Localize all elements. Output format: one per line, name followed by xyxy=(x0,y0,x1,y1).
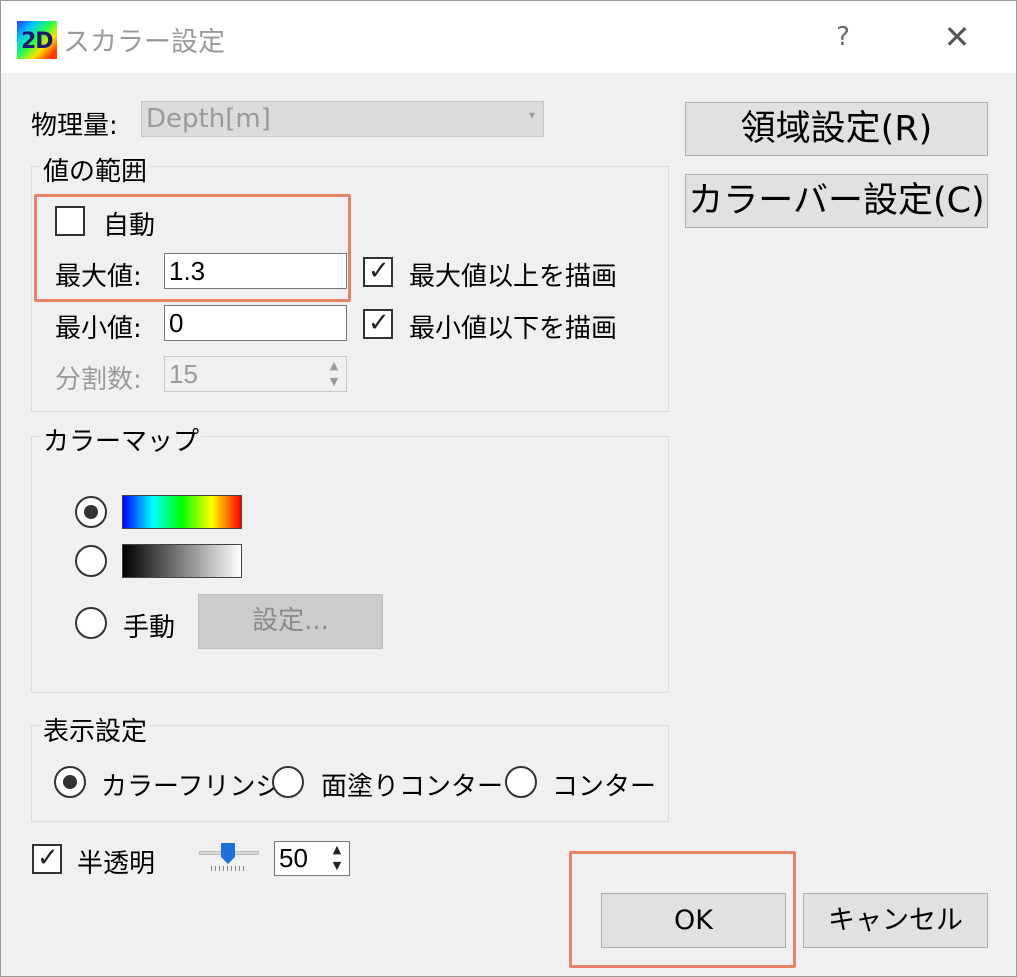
colormap-grayscale-radio[interactable] xyxy=(75,545,107,577)
slider-thumb[interactable] xyxy=(221,843,235,857)
physical-quantity-combo[interactable]: Depth[m] ▾ xyxy=(141,101,544,137)
display-settings-title: 表示設定 xyxy=(41,711,150,748)
manual-settings-button[interactable]: 設定... xyxy=(198,594,383,649)
transparency-slider[interactable] xyxy=(199,839,261,875)
scalar-settings-dialog: 2D スカラー設定 ? ✕ 物理量: Depth[m] ▾ 領域設定(R) カラ… xyxy=(0,0,1017,977)
transparency-value: 50 xyxy=(279,843,308,873)
highlight-box-ok xyxy=(569,851,796,968)
title-bar: 2D スカラー設定 ? ✕ xyxy=(1,1,1016,73)
divisions-spin-arrows[interactable]: ▲ ▼ xyxy=(323,358,345,390)
transparency-label: 半透明 xyxy=(77,849,156,879)
rainbow-colormap-swatch xyxy=(122,495,242,529)
grayscale-colormap-swatch xyxy=(122,544,242,578)
color-fringe-label: カラーフリンジ xyxy=(101,772,282,802)
draw-above-max-checkbox[interactable]: ✓ xyxy=(363,256,393,287)
draw-below-min-checkbox[interactable]: ✓ xyxy=(363,308,393,339)
draw-below-min-label: 最小値以下を描画 xyxy=(409,314,618,344)
help-button[interactable]: ? xyxy=(821,15,865,59)
divisions-label: 分割数: xyxy=(55,365,142,395)
app-2d-icon: 2D xyxy=(17,21,57,59)
divisions-spinbox[interactable]: 15 ▲ ▼ xyxy=(164,356,347,392)
colormap-rainbow-radio[interactable] xyxy=(75,496,107,528)
check-icon: ✓ xyxy=(368,256,390,286)
value-range-title: 値の範囲 xyxy=(41,151,150,188)
spin-up-icon[interactable]: ▲ xyxy=(323,358,345,374)
spin-down-icon[interactable]: ▼ xyxy=(323,374,345,390)
window-title: スカラー設定 xyxy=(63,27,225,58)
color-fringe-radio[interactable] xyxy=(54,766,86,798)
highlight-box-range xyxy=(34,194,351,302)
divisions-value: 15 xyxy=(169,359,198,389)
cancel-button[interactable]: キャンセル xyxy=(803,893,988,948)
spin-down-icon[interactable]: ▼ xyxy=(326,858,348,874)
filled-contour-radio[interactable] xyxy=(272,766,304,798)
check-icon: ✓ xyxy=(368,308,390,338)
min-value-label: 最小値: xyxy=(55,314,142,344)
colormap-title: カラーマップ xyxy=(41,421,202,458)
colorbar-settings-button[interactable]: カラーバー設定(C) xyxy=(685,174,988,228)
filled-contour-label: 面塗りコンター xyxy=(321,772,504,802)
transparency-spinbox[interactable]: 50 ▲ ▼ xyxy=(274,841,350,876)
check-icon: ✓ xyxy=(37,843,59,873)
physical-quantity-label: 物理量: xyxy=(31,111,118,141)
min-value-input[interactable]: 0 xyxy=(164,305,347,341)
draw-above-max-label: 最大値以上を描画 xyxy=(409,262,618,292)
contour-label: コンター xyxy=(552,772,657,802)
region-settings-button[interactable]: 領域設定(R) xyxy=(685,102,988,156)
slider-thumb-tip xyxy=(221,857,235,864)
colormap-manual-label: 手動 xyxy=(123,613,176,643)
chevron-down-icon: ▾ xyxy=(528,108,535,122)
colormap-manual-radio[interactable] xyxy=(75,607,107,639)
physical-quantity-value: Depth[m] xyxy=(146,104,271,134)
contour-radio[interactable] xyxy=(505,766,537,798)
close-button[interactable]: ✕ xyxy=(933,15,981,59)
spin-up-icon[interactable]: ▲ xyxy=(326,842,348,858)
transparency-checkbox[interactable]: ✓ xyxy=(32,843,62,874)
slider-ticks xyxy=(211,866,247,871)
transparency-spin-arrows[interactable]: ▲ ▼ xyxy=(326,842,348,875)
